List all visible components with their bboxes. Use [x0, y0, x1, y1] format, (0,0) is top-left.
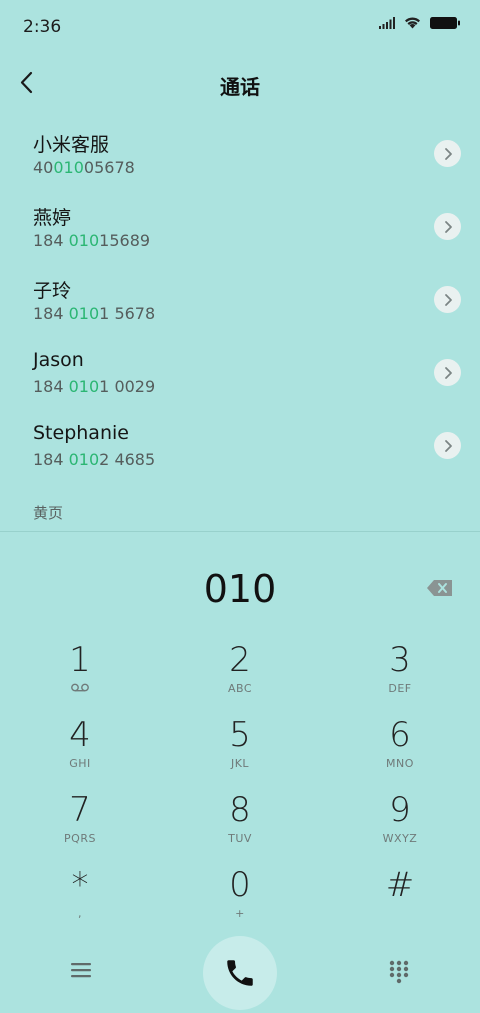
- contact-name: Stephanie: [33, 422, 129, 444]
- call-button[interactable]: [203, 936, 277, 1010]
- contact-number: 184 0101 0029: [33, 377, 156, 396]
- contact-number: 184 0102 4685: [33, 450, 156, 469]
- key-5[interactable]: 5 JKL: [180, 715, 300, 785]
- backspace-icon: [427, 580, 452, 596]
- key-star[interactable]: * ,: [20, 865, 140, 935]
- contact-item[interactable]: Stephanie 184 0102 4685: [0, 415, 480, 488]
- key-3[interactable]: 3 DEF: [340, 640, 460, 710]
- dialed-number-display: 010: [203, 567, 277, 611]
- key-0[interactable]: 0 +: [180, 865, 300, 935]
- chevron-right-icon: [444, 220, 452, 233]
- voicemail-icon: [71, 683, 89, 692]
- menu-icon: [71, 963, 91, 978]
- yellow-pages-section-label[interactable]: 黄页: [33, 502, 63, 523]
- contact-results-list: 小米客服 4001005678 燕婷 184 01015689 子玲 184 0…: [0, 123, 480, 488]
- signal-icon: [379, 16, 395, 29]
- contact-item[interactable]: 小米客服 4001005678: [0, 123, 480, 196]
- key-8[interactable]: 8 TUV: [180, 790, 300, 860]
- chevron-right-icon: [444, 366, 452, 379]
- dialpad-toggle-button[interactable]: [386, 959, 412, 985]
- phone-icon: [227, 960, 253, 986]
- key-2[interactable]: 2 ABC: [180, 640, 300, 710]
- backspace-button[interactable]: [426, 578, 454, 598]
- wifi-icon: [405, 17, 420, 29]
- key-7[interactable]: 7 PQRS: [20, 790, 140, 860]
- header: 通话: [0, 60, 480, 110]
- page-title: 通话: [220, 75, 260, 99]
- contact-detail-button[interactable]: [434, 286, 461, 313]
- dialpad-icon: [389, 960, 409, 984]
- contact-detail-button[interactable]: [434, 140, 461, 167]
- status-icons: [379, 16, 460, 29]
- contact-number: 184 01015689: [33, 231, 151, 250]
- contact-number: 184 0101 5678: [33, 304, 156, 323]
- contact-name: 小米客服: [33, 134, 110, 156]
- chevron-right-icon: [444, 147, 452, 160]
- contact-name: 燕婷: [33, 207, 72, 229]
- bottom-action-bar: [0, 935, 480, 1013]
- chevron-right-icon: [444, 439, 452, 452]
- menu-button[interactable]: [68, 959, 94, 981]
- contact-detail-button[interactable]: [434, 213, 461, 240]
- key-hash[interactable]: #: [340, 865, 460, 935]
- key-4[interactable]: 4 GHI: [20, 715, 140, 785]
- contact-detail-button[interactable]: [434, 359, 461, 386]
- status-time: 2:36: [23, 17, 62, 37]
- contact-name: 子玲: [33, 280, 72, 302]
- contact-item[interactable]: 子玲 184 0101 5678: [0, 269, 480, 342]
- contact-item[interactable]: Jason 184 0101 0029: [0, 342, 480, 415]
- key-6[interactable]: 6 MNO: [340, 715, 460, 785]
- key-9[interactable]: 9 WXYZ: [340, 790, 460, 860]
- battery-icon: [430, 16, 460, 29]
- chevron-right-icon: [444, 293, 452, 306]
- key-1[interactable]: 1: [20, 640, 140, 710]
- contact-number: 4001005678: [33, 158, 135, 177]
- contact-name: Jason: [33, 349, 84, 371]
- contact-detail-button[interactable]: [434, 432, 461, 459]
- status-bar: 2:36: [0, 0, 480, 52]
- contact-item[interactable]: 燕婷 184 01015689: [0, 196, 480, 269]
- divider: [0, 531, 480, 532]
